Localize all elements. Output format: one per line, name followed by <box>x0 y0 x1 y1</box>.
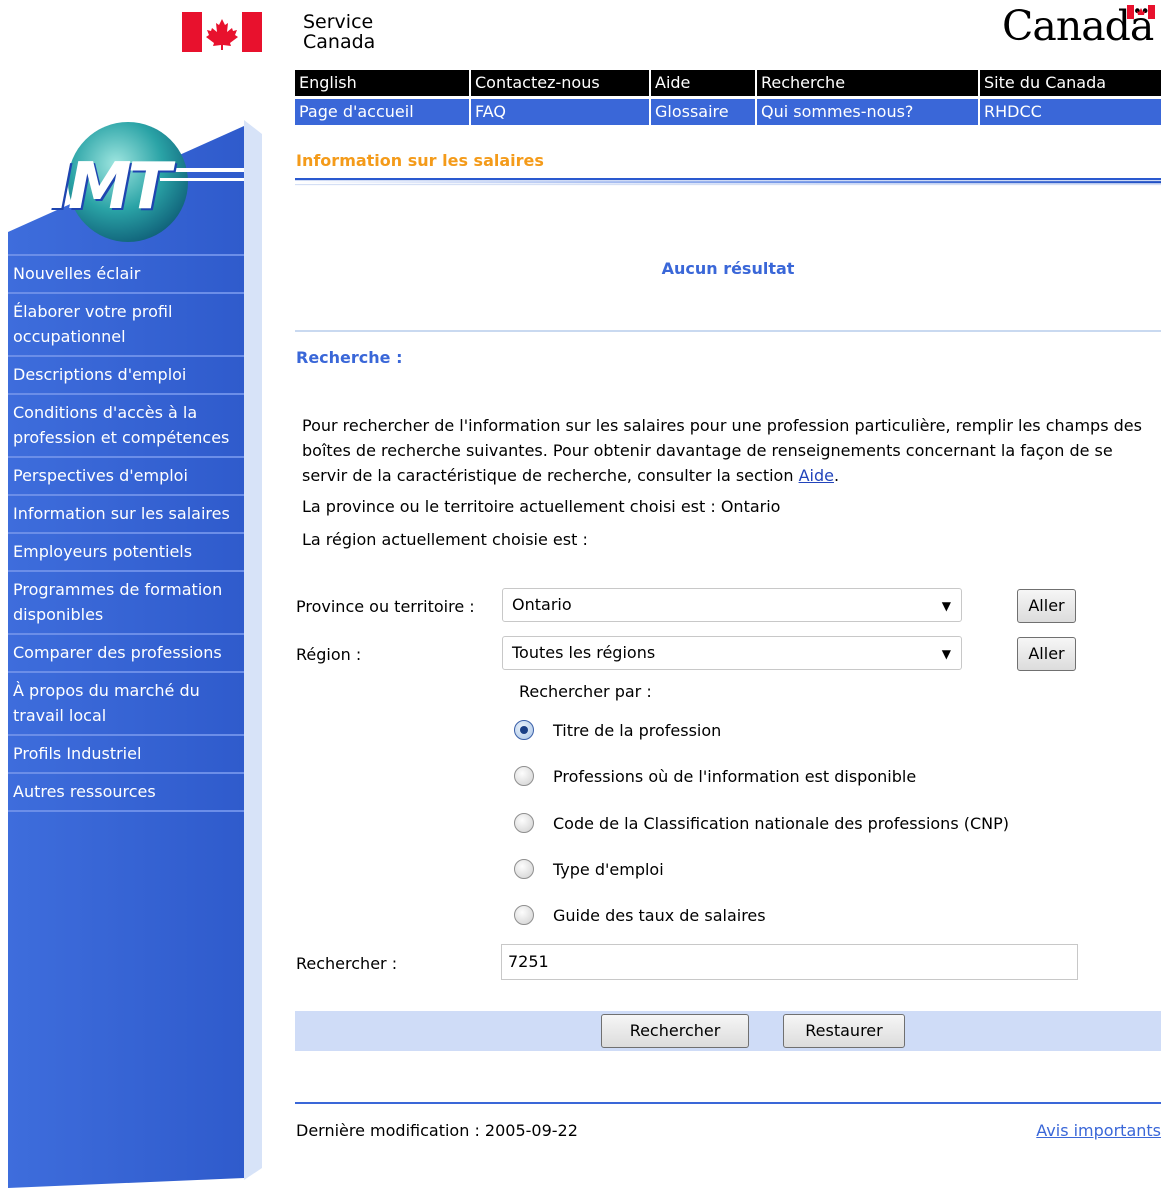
search-by-option-available[interactable]: Professions où de l'information est disp… <box>514 762 916 790</box>
option-label: Code de la Classification nationale des … <box>553 813 1010 833</box>
instructions-end: . <box>833 466 840 485</box>
search-by-label: Rechercher par : <box>519 682 652 701</box>
province-select[interactable]: Ontario ▼ <box>502 588 962 622</box>
instructions-text: Pour rechercher de l'information sur les… <box>302 416 1142 485</box>
search-button[interactable]: Rechercher <box>601 1014 749 1048</box>
province-label: Province ou territoire : <box>296 597 475 616</box>
sidebar-item-industry-profiles[interactable]: Profils Industriel <box>8 734 244 772</box>
nav-glossary[interactable]: Glossaire <box>649 99 755 125</box>
nav-search[interactable]: Recherche <box>755 70 978 96</box>
page-title: Information sur les salaires <box>296 151 544 170</box>
option-label: Type d'emploi <box>553 859 664 879</box>
sidebar-item-profile[interactable]: Élaborer votre profil occupationnel <box>8 292 244 355</box>
last-modified-date: Dernière modification : 2005-09-22 <box>296 1121 578 1140</box>
search-by-option-title[interactable]: Titre de la profession <box>514 716 721 744</box>
service-canada-line1: Service <box>303 11 374 33</box>
province-go-button[interactable]: Aller <box>1017 589 1076 623</box>
sidebar-item-training[interactable]: Programmes de formation disponibles <box>8 570 244 633</box>
nav-home[interactable]: Page d'accueil <box>295 99 469 125</box>
sidebar-item-employers[interactable]: Employeurs potentiels <box>8 532 244 570</box>
search-heading: Recherche : <box>296 348 403 367</box>
sidebar-menu: Nouvelles éclair Élaborer votre profil o… <box>8 254 244 812</box>
nav-about-us[interactable]: Qui sommes-nous? <box>755 99 978 125</box>
region-select-value: Toutes les régions <box>512 643 656 662</box>
important-notices-link[interactable]: Avis importants <box>1036 1121 1161 1140</box>
radio-icon[interactable] <box>514 813 534 833</box>
option-label: Titre de la profession <box>553 720 722 740</box>
top-nav-institutional: Page d'accueil FAQ Glossaire Qui sommes-… <box>295 99 1161 125</box>
dropdown-arrow-icon: ▼ <box>941 599 951 613</box>
nav-english[interactable]: English <box>295 70 469 96</box>
wordmark-flag-icon <box>1127 5 1155 19</box>
region-select[interactable]: Toutes les régions ▼ <box>502 636 962 670</box>
region-label: Région : <box>296 645 362 664</box>
sidebar-item-news[interactable]: Nouvelles éclair <box>8 254 244 292</box>
no-result-message: Aucun résultat <box>661 259 795 278</box>
search-by-option-job-type[interactable]: Type d'emploi <box>514 855 664 883</box>
sidebar-item-wages[interactable]: Information sur les salaires <box>8 494 244 532</box>
sidebar-item-requirements[interactable]: Conditions d'accès à la profession et co… <box>8 393 244 456</box>
nav-contact[interactable]: Contactez-nous <box>469 70 649 96</box>
title-rule <box>295 178 1161 186</box>
canada-flag-icon <box>182 12 262 52</box>
sidebar-item-job-descriptions[interactable]: Descriptions d'emploi <box>8 355 244 393</box>
option-label: Professions où de l'information est disp… <box>553 766 917 786</box>
imt-logo[interactable]: IMT <box>48 150 171 224</box>
radio-icon[interactable] <box>514 905 534 925</box>
search-label: Rechercher : <box>296 954 398 973</box>
footer-divider <box>295 1102 1161 1104</box>
region-go-button[interactable]: Aller <box>1017 637 1076 671</box>
divider <box>295 330 1161 332</box>
radio-icon[interactable] <box>514 766 534 786</box>
nav-faq[interactable]: FAQ <box>469 99 649 125</box>
search-by-option-wage-guide[interactable]: Guide des taux de salaires <box>514 901 766 929</box>
top-nav-common: English Contactez-nous Aide Recherche Si… <box>295 70 1161 96</box>
radio-icon[interactable] <box>514 859 534 879</box>
sidebar-item-compare[interactable]: Comparer des professions <box>8 633 244 671</box>
service-canada-logo[interactable]: Service Canada <box>303 12 375 52</box>
nav-rhdcc[interactable]: RHDCC <box>978 99 1161 125</box>
current-province-text: La province ou le territoire actuellemen… <box>302 497 781 516</box>
current-region-text: La région actuellement choisie est : <box>302 530 588 549</box>
search-input[interactable]: 7251 <box>501 944 1078 980</box>
nav-canada-site[interactable]: Site du Canada <box>978 70 1161 96</box>
sidebar-item-local-market[interactable]: À propos du marché du travail local <box>8 671 244 734</box>
service-canada-line2: Canada <box>303 31 376 53</box>
dropdown-arrow-icon: ▼ <box>941 647 951 661</box>
help-link[interactable]: Aide <box>799 466 834 485</box>
reset-button[interactable]: Restaurer <box>783 1014 905 1048</box>
option-label: Guide des taux de salaires <box>553 905 766 925</box>
nav-help[interactable]: Aide <box>649 70 755 96</box>
radio-selected-icon[interactable] <box>514 720 534 740</box>
search-instructions: Pour rechercher de l'information sur les… <box>302 413 1152 488</box>
sidebar-item-other-resources[interactable]: Autres ressources <box>8 772 244 812</box>
province-select-value: Ontario <box>512 595 572 614</box>
sidebar-item-outlook[interactable]: Perspectives d'emploi <box>8 456 244 494</box>
search-by-option-cnp-code[interactable]: Code de la Classification nationale des … <box>514 809 1009 837</box>
